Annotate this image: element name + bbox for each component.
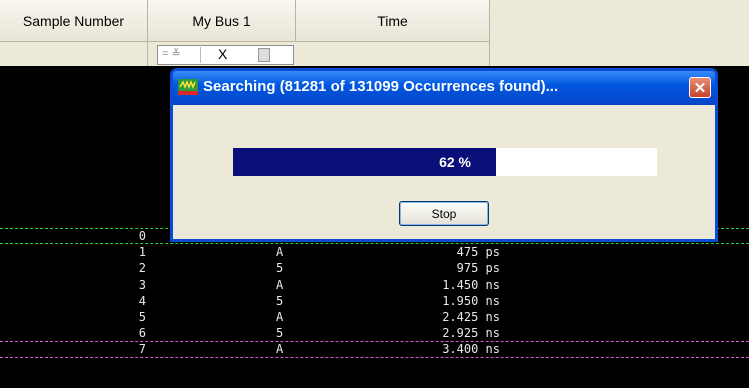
- column-header-bus[interactable]: My Bus 1: [148, 0, 296, 42]
- progress-bar: 62 %: [233, 148, 657, 176]
- time-cell: 975 ps: [456, 261, 500, 276]
- column-header-sample-number[interactable]: Sample Number: [0, 0, 148, 42]
- sample-list: 0 1 A 475 ps 2 5 975 ps 3 A 1.450 ns 4 5 1.950 n…: [0, 228, 749, 358]
- table-row[interactable]: 6 5 2.925 ns: [0, 325, 749, 341]
- close-icon[interactable]: ✕: [689, 77, 711, 98]
- time-cell: 3.400 ns: [442, 342, 500, 357]
- time-cell: 1.950 ns: [442, 293, 500, 308]
- table-row[interactable]: 5 A 2.425 ns: [0, 309, 749, 325]
- table-row[interactable]: 4 5 1.950 ns: [0, 293, 749, 309]
- stop-button[interactable]: Stop: [399, 201, 489, 226]
- filter-cell-sample-number: [0, 42, 148, 66]
- column-header-time[interactable]: Time: [296, 0, 490, 42]
- time-cell: 475 ps: [456, 245, 500, 260]
- table-row[interactable]: 1 A 475 ps: [0, 244, 749, 260]
- column-header-time-label: Time: [377, 12, 408, 29]
- filter-menu-icon[interactable]: [258, 48, 270, 62]
- table-row[interactable]: 7 A 3.400 ns: [0, 341, 749, 357]
- column-header-bus-label: My Bus 1: [192, 12, 251, 29]
- time-cell: 2.425 ns: [442, 309, 500, 324]
- filter-cell-time: [296, 42, 490, 66]
- sample-number-cell: 6: [138, 326, 146, 341]
- time-cell: 1.450 ns: [442, 277, 500, 292]
- column-header-sample-number-label: Sample Number: [22, 12, 125, 29]
- bus-value-cell: 5: [276, 261, 284, 276]
- filter-row: [0, 42, 749, 66]
- app-icon: [178, 79, 198, 95]
- bus-value-cell: 5: [276, 293, 284, 308]
- sample-number-cell: 0: [138, 229, 146, 243]
- sample-number-cell: 1: [138, 245, 146, 260]
- bus-value-cell: 5: [276, 326, 284, 341]
- sample-number-cell: 3: [138, 277, 146, 292]
- table-row[interactable]: 3 A 1.450 ns: [0, 277, 749, 293]
- table-row[interactable]: 2 5 975 ps: [0, 260, 749, 276]
- sample-number-cell: 7: [138, 342, 146, 357]
- dialog-titlebar[interactable]: Searching (81281 of 131099 Occurrences f…: [173, 71, 715, 105]
- time-cell: 2.925 ns: [442, 326, 500, 341]
- bus-filter-field[interactable]: = ≚ X: [157, 45, 294, 65]
- search-progress-dialog: Searching (81281 of 131099 Occurrences f…: [170, 68, 718, 242]
- bus-value-cell: A: [276, 309, 284, 324]
- sample-number-cell: 4: [138, 293, 146, 308]
- sample-number-cell: 5: [138, 309, 146, 324]
- dialog-title: Searching (81281 of 131099 Occurrences f…: [203, 78, 559, 95]
- filter-value[interactable]: X: [218, 46, 227, 62]
- bus-value-cell: A: [276, 245, 284, 260]
- bus-value-cell: A: [276, 277, 284, 292]
- stop-button-label: Stop: [431, 206, 457, 221]
- filter-operator[interactable]: = ≚: [162, 47, 181, 60]
- sample-number-cell: 2: [138, 261, 146, 276]
- filter-divider: [200, 47, 201, 63]
- bus-value-cell: A: [276, 342, 284, 357]
- progress-percent: 62 %: [439, 154, 471, 170]
